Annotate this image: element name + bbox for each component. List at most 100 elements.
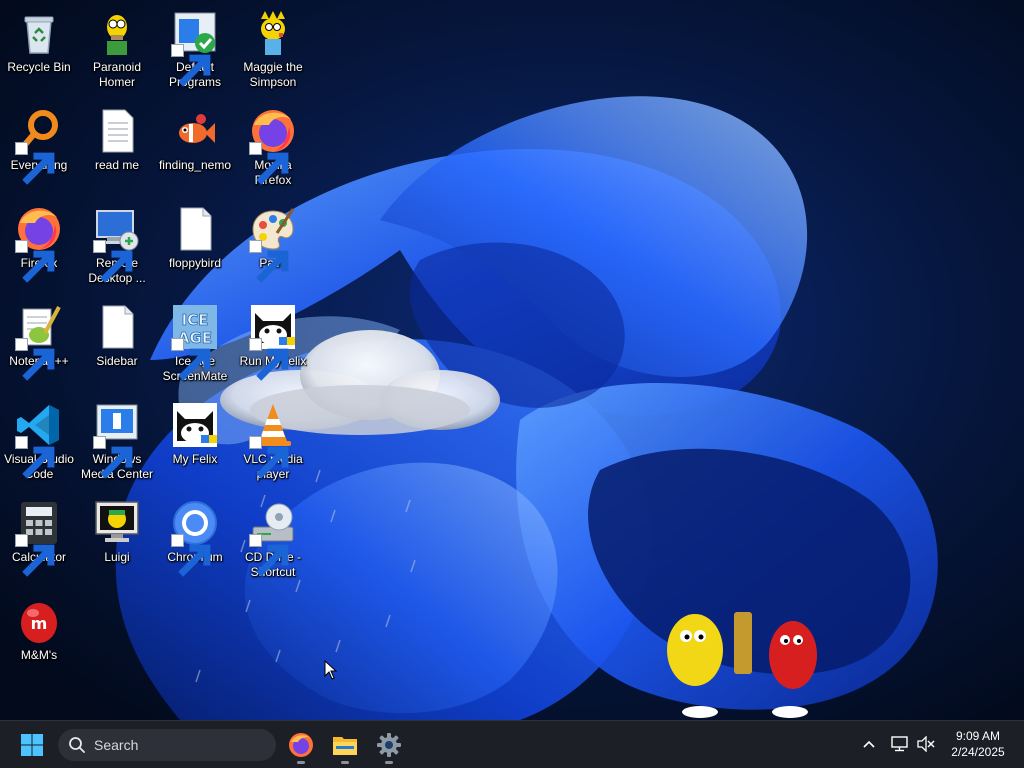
everything-search-icon — [15, 107, 63, 185]
windows-media-center-icon — [93, 401, 141, 479]
shortcut-arrow-icon — [171, 534, 211, 577]
clock[interactable]: 9:09 AM 2/24/2025 — [940, 728, 1016, 762]
desktop-icon-label: Luigi — [104, 550, 130, 564]
svg-text:m: m — [31, 614, 48, 633]
mouse-cursor — [324, 660, 338, 680]
shortcut-arrow-icon — [249, 240, 289, 283]
desktop-icon[interactable]: Chromium — [156, 494, 234, 590]
paranoid-homer-icon — [93, 9, 141, 57]
shortcut-arrow-icon — [15, 338, 55, 381]
shortcut-arrow-icon — [15, 436, 55, 479]
notepad-plus-plus-icon — [15, 303, 63, 381]
desktop-icon[interactable]: Run MyFelix — [234, 298, 312, 394]
shortcut-arrow-icon — [93, 436, 133, 479]
desktop-icon[interactable]: Windows Media Center — [78, 396, 156, 492]
taskbar-settings-button[interactable] — [369, 725, 409, 765]
desktop-icon[interactable]: read me — [78, 102, 156, 198]
shortcut-arrow-icon — [15, 142, 55, 185]
shortcut-arrow-icon — [93, 240, 133, 283]
start-button[interactable] — [12, 727, 52, 763]
desktop-icon[interactable]: Luigi — [78, 494, 156, 590]
chevron-up-icon — [863, 740, 875, 748]
recycle-bin-icon — [15, 9, 63, 57]
file-explorer-icon — [333, 737, 357, 755]
desktop-icon-label: M&M's — [20, 648, 58, 662]
firefox-icon — [289, 733, 313, 757]
taskbar-file-explorer-button[interactable] — [325, 725, 365, 765]
shortcut-arrow-icon — [249, 338, 289, 381]
desktop-icon[interactable]: Recycle Bin — [0, 4, 78, 100]
shortcut-arrow-icon — [171, 44, 211, 87]
desktop-icon[interactable]: finding_nemo — [156, 102, 234, 198]
desktop-icon[interactable]: Visual Studio Code — [0, 396, 78, 492]
desktop-icon-label: Paranoid Homer — [92, 60, 142, 89]
desktop-icon[interactable]: Everything — [0, 102, 78, 198]
network-status-button[interactable] — [889, 733, 911, 755]
desktop-icon-label: Sidebar — [96, 354, 138, 368]
mms-candy-icon: m — [15, 597, 63, 645]
taskbar-search-box[interactable]: Search — [58, 729, 276, 761]
paint-palette-icon — [249, 205, 297, 283]
desktop-icon[interactable]: Paranoid Homer — [78, 4, 156, 100]
desktop-icon[interactable]: My Felix — [156, 396, 234, 492]
desktop-icon[interactable]: Maggie the Simpson — [234, 4, 312, 100]
search-placeholder[interactable]: Search — [94, 737, 138, 753]
desktop-icon-label: Maggie the Simpson — [243, 60, 303, 89]
show-hidden-icons-button[interactable] — [858, 733, 880, 755]
desktop-icon[interactable]: VLC media player — [234, 396, 312, 492]
network-monitor-icon — [891, 736, 908, 752]
shortcut-arrow-icon — [249, 142, 289, 185]
volume-muted-icon — [917, 736, 935, 752]
shortcut-arrow-icon — [15, 240, 55, 283]
maggie-simpson-icon — [249, 9, 297, 57]
running-indicator — [297, 761, 305, 764]
svg-text:ICE: ICE — [182, 311, 209, 329]
vlc-cone-icon — [249, 401, 297, 479]
clock-date: 2/24/2025 — [951, 745, 1005, 759]
desktop-icon-label: floppybird — [168, 256, 222, 270]
desktop-icon[interactable]: CD Drive - Shortcut — [234, 494, 312, 590]
desktop-icon-label: Recycle Bin — [7, 60, 71, 74]
taskbar: Search 9:09 AM 2/24/2025 — [0, 720, 1024, 768]
desktop-icon[interactable]: Paint — [234, 200, 312, 296]
desktop-icon[interactable]: Remote Desktop ... — [78, 200, 156, 296]
shortcut-arrow-icon — [249, 436, 289, 479]
search-icon — [69, 737, 85, 753]
shortcut-arrow-icon — [15, 534, 55, 577]
desktop-icon[interactable]: Notepad++ — [0, 298, 78, 394]
desktop-icon[interactable]: Mozilla Firefox — [234, 102, 312, 198]
vscode-icon — [15, 401, 63, 479]
shortcut-arrow-icon — [171, 338, 211, 381]
settings-gear-icon — [377, 733, 401, 757]
finding-nemo-icon — [171, 107, 219, 155]
desktop-icon-label: read me — [94, 158, 140, 172]
desktop-icon-label: My Felix — [172, 452, 218, 466]
taskbar-firefox-button[interactable] — [281, 725, 321, 765]
desktop-icon-label: finding_nemo — [158, 158, 232, 172]
firefox-icon — [249, 107, 297, 185]
blank-file-icon — [93, 303, 141, 351]
windows-logo-icon — [21, 734, 43, 756]
chromium-icon — [171, 499, 219, 577]
felix-cat-icon — [171, 401, 219, 449]
desktop-icon[interactable]: Firefox — [0, 200, 78, 296]
firefox-icon — [15, 205, 63, 283]
calculator-icon — [15, 499, 63, 577]
text-document-icon — [93, 107, 141, 155]
ice-age-icon: ICE AGE — [171, 303, 219, 381]
blank-file-icon — [171, 205, 219, 253]
felix-cat-icon — [249, 303, 297, 381]
running-indicator — [341, 761, 349, 764]
clock-time: 9:09 AM — [955, 729, 1001, 743]
desktop-icon[interactable]: Sidebar — [78, 298, 156, 394]
default-programs-icon — [171, 9, 219, 87]
remote-desktop-icon — [93, 205, 141, 283]
desktop-icon[interactable]: Calculator — [0, 494, 78, 590]
desktop-icon[interactable]: Default Programs — [156, 4, 234, 100]
desktop-icon[interactable]: floppybird — [156, 200, 234, 296]
desktop-icon[interactable]: ICE AGE Ice Age ScreenMate — [156, 298, 234, 394]
volume-button[interactable] — [915, 733, 937, 755]
desktop-icon[interactable]: m M&M's — [0, 592, 78, 688]
desktop[interactable]: Recycle Bin Paranoid Homer Default Program… — [0, 0, 1024, 720]
cd-drive-icon — [249, 499, 297, 577]
